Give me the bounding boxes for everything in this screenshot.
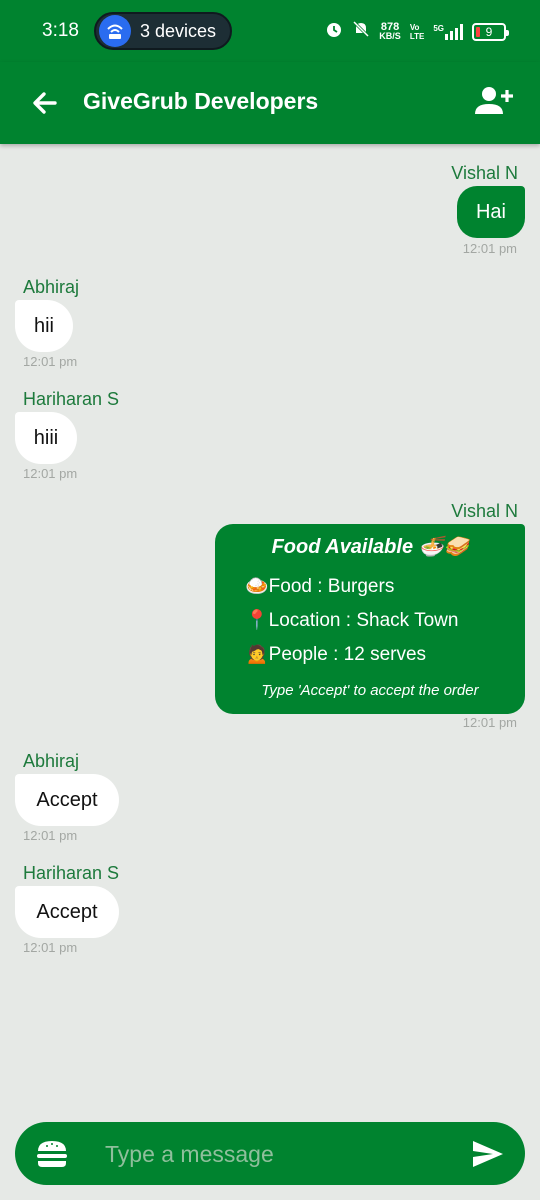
signal-icon: 5G — [433, 23, 463, 40]
food-available-card[interactable]: Food Available 🍜🥪 🍛Food : Burgers 📍Locat… — [215, 524, 525, 714]
battery-icon: 9 — [472, 22, 509, 41]
page-title: GiveGrub Developers — [83, 88, 319, 114]
food-item-line: 🍛Food : Burgers — [245, 576, 395, 597]
sender-name: Abhiraj — [23, 277, 80, 297]
food-card-hint: Type 'Accept' to accept the order — [261, 682, 479, 699]
send-button[interactable] — [471, 1138, 505, 1170]
message-composer — [15, 1122, 525, 1185]
hotspot-label: 3 devices — [140, 20, 217, 41]
battery-tip — [506, 29, 509, 36]
sender-name: Vishal N — [451, 501, 518, 521]
volte-bottom: LTE — [409, 31, 425, 41]
message-time: 12:01 pm — [462, 715, 517, 730]
back-button[interactable] — [28, 86, 62, 120]
food-card-title: Food Available 🍜🥪 — [271, 536, 469, 558]
hotspot-pill[interactable]: 3 devices — [94, 12, 232, 50]
send-icon — [473, 1141, 503, 1167]
message-text: hii — [33, 314, 54, 337]
message-bubble-outgoing[interactable]: Hai — [457, 186, 525, 238]
app-bar: GiveGrub Developers — [0, 62, 540, 144]
status-bar: 3:18 3 devices 878 KB/S Vo LTE 5G 9 — [0, 0, 540, 62]
food-people-line: 🙍People : 12 serves — [245, 644, 427, 665]
message-input[interactable] — [105, 1134, 445, 1174]
message-bubble-incoming[interactable]: hiii — [15, 412, 77, 464]
net-speed-unit: KB/S — [379, 30, 401, 41]
burger-icon — [37, 1141, 67, 1167]
message-text: Accept — [36, 900, 98, 923]
wifi-hotspot-icon — [99, 15, 131, 47]
status-icons: 878 KB/S Vo LTE 5G 9 — [325, 20, 509, 43]
arrow-left-icon — [33, 92, 57, 114]
message-time: 12:01 pm — [23, 940, 78, 955]
sender-name: Abhiraj — [23, 751, 80, 771]
sender-name: Hariharan S — [23, 863, 120, 883]
message-bubble-incoming[interactable]: Accept — [15, 886, 119, 938]
sender-name: Vishal N — [451, 163, 518, 183]
message-time: 12:01 pm — [462, 241, 517, 256]
message-text: Hai — [475, 200, 506, 223]
food-post-button[interactable] — [35, 1138, 69, 1170]
person-add-icon — [475, 87, 513, 114]
food-location-line: 📍Location : Shack Town — [245, 610, 459, 631]
message-time: 12:01 pm — [23, 354, 78, 369]
mute-bell-icon — [352, 20, 370, 43]
add-member-button[interactable] — [474, 84, 514, 120]
battery-level — [476, 26, 480, 37]
battery-text: 9 — [485, 24, 493, 39]
alarm-icon — [325, 20, 343, 43]
sender-name: Hariharan S — [23, 389, 120, 409]
volte-indicator: Vo LTE — [410, 23, 425, 41]
network-type: 5G — [433, 23, 444, 33]
message-time: 12:01 pm — [23, 466, 78, 481]
message-text: Accept — [36, 788, 98, 811]
message-time: 12:01 pm — [23, 828, 78, 843]
volte-top: Vo — [409, 22, 420, 32]
chat-list[interactable]: Vishal N Hai 12:01 pm Abhiraj hii 12:01 … — [0, 144, 540, 1104]
net-speed: 878 KB/S — [379, 21, 401, 41]
message-text: hiii — [33, 426, 59, 449]
message-bubble-incoming[interactable]: hii — [15, 300, 73, 352]
message-bubble-incoming[interactable]: Accept — [15, 774, 119, 826]
status-time: 3:18 — [42, 20, 79, 41]
